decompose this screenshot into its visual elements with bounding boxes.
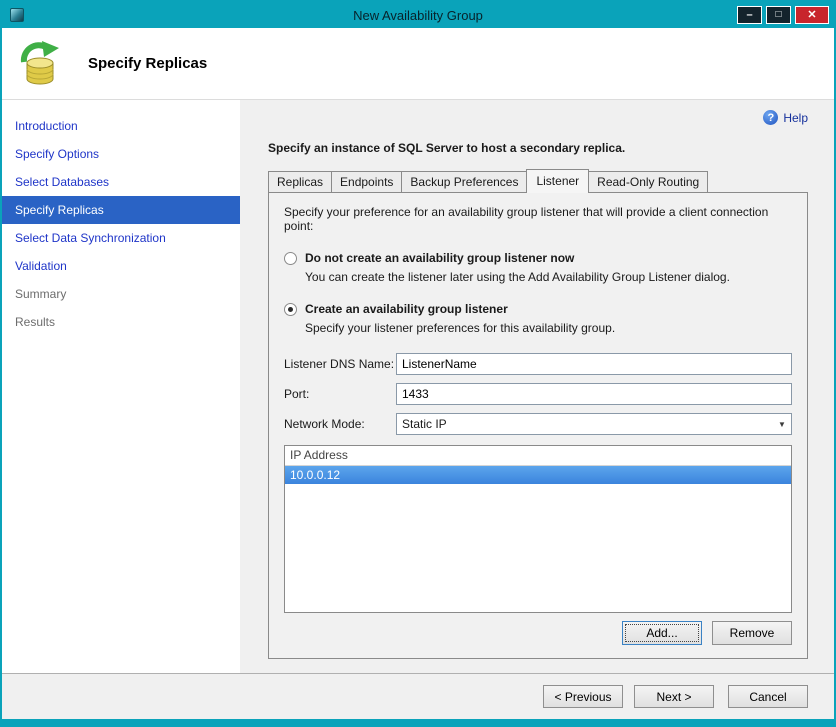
create-listener-radio[interactable] bbox=[284, 302, 297, 316]
radio-row-create-listener: Create an availability group listener bbox=[284, 302, 792, 316]
wizard-steps-sidebar: Introduction Specify Options Select Data… bbox=[2, 100, 240, 673]
titlebar: New Availability Group – □ ✕ bbox=[2, 2, 834, 28]
window-bottom-border bbox=[2, 719, 834, 725]
wizard-footer: < Previous Next > Cancel bbox=[2, 673, 834, 719]
sidebar-item-select-databases[interactable]: Select Databases bbox=[2, 168, 240, 196]
sidebar-item-summary: Summary bbox=[15, 287, 67, 301]
window-controls: – □ ✕ bbox=[737, 6, 829, 24]
help-row: ? Help bbox=[268, 110, 808, 125]
close-icon: ✕ bbox=[807, 8, 817, 21]
tab-panel-listener: Specify your preference for an availabil… bbox=[268, 192, 808, 659]
radio-row-no-listener: Do not create an availability group list… bbox=[284, 251, 792, 265]
availability-group-icon bbox=[16, 40, 64, 88]
main-panel: ? Help Specify an instance of SQL Server… bbox=[240, 100, 834, 673]
remove-button[interactable]: Remove bbox=[712, 621, 792, 645]
no-listener-description: You can create the listener later using … bbox=[305, 270, 730, 284]
port-row: Port: bbox=[284, 383, 792, 405]
ip-address-column-header: IP Address bbox=[285, 446, 791, 466]
maximize-icon: □ bbox=[775, 9, 782, 20]
chevron-down-icon: ▼ bbox=[778, 419, 786, 429]
network-mode-label: Network Mode: bbox=[284, 417, 365, 431]
create-listener-description: Specify your listener preferences for th… bbox=[305, 321, 616, 335]
minimize-button[interactable]: – bbox=[737, 6, 762, 24]
maximize-button[interactable]: □ bbox=[766, 6, 791, 24]
network-mode-row: Network Mode: Static IP ▼ bbox=[284, 413, 792, 435]
tab-backup-preferences[interactable]: Backup Preferences bbox=[401, 171, 528, 192]
sidebar-item-specify-replicas[interactable]: Specify Replicas bbox=[2, 196, 240, 224]
help-icon: ? bbox=[763, 110, 779, 125]
port-label: Port: bbox=[284, 387, 310, 401]
tab-endpoints[interactable]: Endpoints bbox=[331, 171, 403, 192]
cancel-button[interactable]: Cancel bbox=[728, 685, 808, 708]
ip-address-row[interactable]: 10.0.0.12 bbox=[285, 466, 791, 484]
sidebar-item-introduction[interactable]: Introduction bbox=[2, 112, 240, 140]
window-title: New Availability Group bbox=[353, 7, 483, 23]
no-listener-radio[interactable] bbox=[284, 251, 297, 265]
minimize-icon: – bbox=[746, 8, 753, 21]
sidebar-item-results: Results bbox=[15, 315, 56, 329]
wizard-header: Specify Replicas bbox=[2, 28, 834, 100]
sidebar-item-validation[interactable]: Validation bbox=[2, 252, 240, 280]
add-button[interactable]: Add... bbox=[622, 621, 702, 645]
sidebar-item-select-data-synchronization[interactable]: Select Data Synchronization bbox=[2, 224, 240, 252]
listener-intro-text: Specify your preference for an availabil… bbox=[284, 205, 769, 233]
ip-list-actions: Add... Remove bbox=[284, 621, 792, 645]
tab-read-only-routing[interactable]: Read-Only Routing bbox=[588, 171, 709, 192]
port-input[interactable] bbox=[396, 383, 792, 405]
tab-listener[interactable]: Listener bbox=[526, 169, 590, 193]
dns-name-label: Listener DNS Name: bbox=[284, 357, 395, 371]
page-title: Specify Replicas bbox=[88, 55, 208, 72]
dns-name-input[interactable] bbox=[396, 353, 792, 375]
previous-button[interactable]: < Previous bbox=[543, 685, 623, 708]
wizard-body: Introduction Specify Options Select Data… bbox=[2, 100, 834, 673]
ip-address-list[interactable]: IP Address 10.0.0.12 bbox=[284, 445, 792, 613]
tabstrip: Replicas Endpoints Backup Preferences Li… bbox=[268, 169, 808, 193]
tab-replicas[interactable]: Replicas bbox=[268, 171, 333, 192]
network-mode-dropdown[interactable]: Static IP ▼ bbox=[396, 413, 792, 435]
dns-name-row: Listener DNS Name: bbox=[284, 353, 792, 375]
instruction-text: Specify an instance of SQL Server to hos… bbox=[268, 141, 626, 155]
sidebar-item-specify-options[interactable]: Specify Options bbox=[2, 140, 240, 168]
close-button[interactable]: ✕ bbox=[795, 6, 829, 24]
create-listener-radio-label[interactable]: Create an availability group listener bbox=[305, 302, 508, 316]
no-listener-radio-label[interactable]: Do not create an availability group list… bbox=[305, 251, 574, 265]
network-mode-value: Static IP bbox=[402, 417, 447, 431]
help-link[interactable]: Help bbox=[783, 111, 808, 125]
new-availability-group-window: New Availability Group – □ ✕ Specify Rep… bbox=[0, 0, 836, 727]
next-button[interactable]: Next > bbox=[634, 685, 714, 708]
